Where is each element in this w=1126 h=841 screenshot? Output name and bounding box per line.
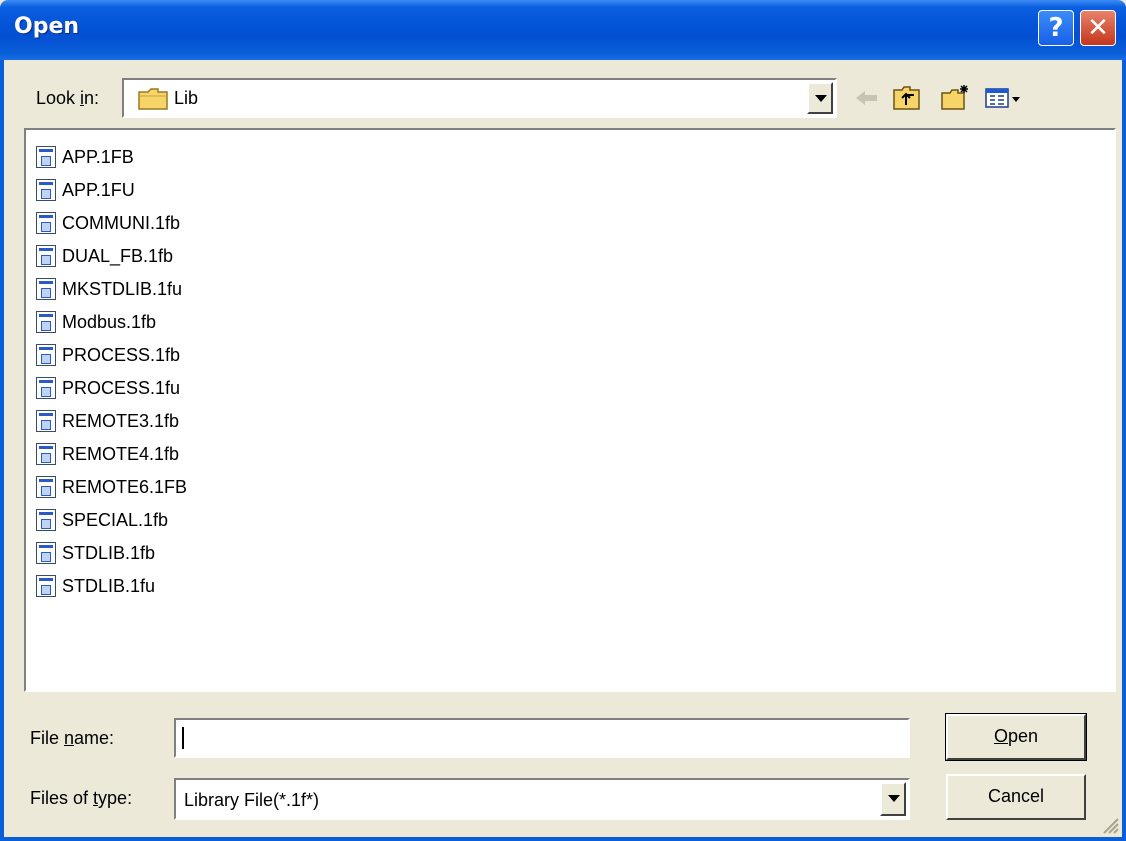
file-icon (36, 575, 56, 597)
back-arrow-icon[interactable] (852, 84, 882, 112)
chevron-down-icon[interactable] (807, 82, 833, 114)
file-icon (36, 278, 56, 300)
look-in-value: Lib (174, 88, 199, 108)
list-item[interactable]: COMMUNI.1fb (36, 208, 180, 238)
file-icon (36, 179, 56, 201)
list-item[interactable]: PROCESS.1fu (36, 373, 180, 403)
list-item[interactable]: PROCESS.1fb (36, 340, 180, 370)
file-icon (36, 344, 56, 366)
look-in-label: Look in: (36, 88, 100, 108)
file-type-value: Library File(*.1f*) (184, 790, 320, 810)
list-item[interactable]: REMOTE3.1fb (36, 406, 179, 436)
window-frame-left (0, 60, 4, 841)
list-item[interactable]: MKSTDLIB.1fu (36, 274, 182, 304)
file-type-label: Files of type: (30, 788, 133, 808)
file-icon (36, 212, 56, 234)
look-in-dropdown[interactable]: Lib (122, 78, 837, 118)
list-item[interactable]: STDLIB.1fu (36, 571, 155, 601)
file-icon (36, 443, 56, 465)
list-item[interactable]: REMOTE4.1fb (36, 439, 179, 469)
file-name-input[interactable] (174, 718, 910, 758)
list-item[interactable]: APP.1FB (36, 142, 134, 172)
new-folder-icon[interactable] (940, 84, 970, 112)
list-item[interactable]: Modbus.1fb (36, 307, 156, 337)
list-item[interactable]: APP.1FU (36, 175, 135, 205)
file-icon (36, 509, 56, 531)
window-title: Open (14, 14, 80, 39)
help-icon[interactable]: ? (1038, 10, 1074, 46)
text-caret (182, 727, 184, 749)
file-icon (36, 476, 56, 498)
open-button[interactable]: Open (945, 713, 1087, 761)
file-icon (36, 311, 56, 333)
file-list[interactable]: APP.1FB APP.1FU COMMUNI.1fb DUAL_FB.1fb … (24, 128, 1116, 692)
cancel-button[interactable]: Cancel (946, 774, 1086, 820)
file-icon (36, 146, 56, 168)
file-name-label: File name: (30, 728, 115, 748)
up-folder-icon[interactable] (892, 84, 922, 112)
view-menu-icon[interactable] (984, 84, 1022, 112)
file-icon (36, 410, 56, 432)
folder-icon (138, 88, 168, 110)
list-item[interactable]: STDLIB.1fb (36, 538, 155, 568)
file-icon (36, 377, 56, 399)
list-item[interactable]: DUAL_FB.1fb (36, 241, 173, 271)
list-item[interactable]: SPECIAL.1fb (36, 505, 168, 535)
list-item[interactable]: REMOTE6.1FB (36, 472, 187, 502)
window-frame-right (1122, 60, 1126, 841)
title-bar[interactable]: Open ? ✕ (0, 0, 1126, 60)
close-icon[interactable]: ✕ (1080, 10, 1116, 46)
chevron-down-icon[interactable] (880, 782, 906, 816)
window-frame-bottom (0, 837, 1126, 841)
resize-grip-icon[interactable] (1098, 813, 1120, 835)
file-type-dropdown[interactable]: Library File(*.1f*) (174, 778, 910, 820)
file-icon (36, 542, 56, 564)
file-icon (36, 245, 56, 267)
